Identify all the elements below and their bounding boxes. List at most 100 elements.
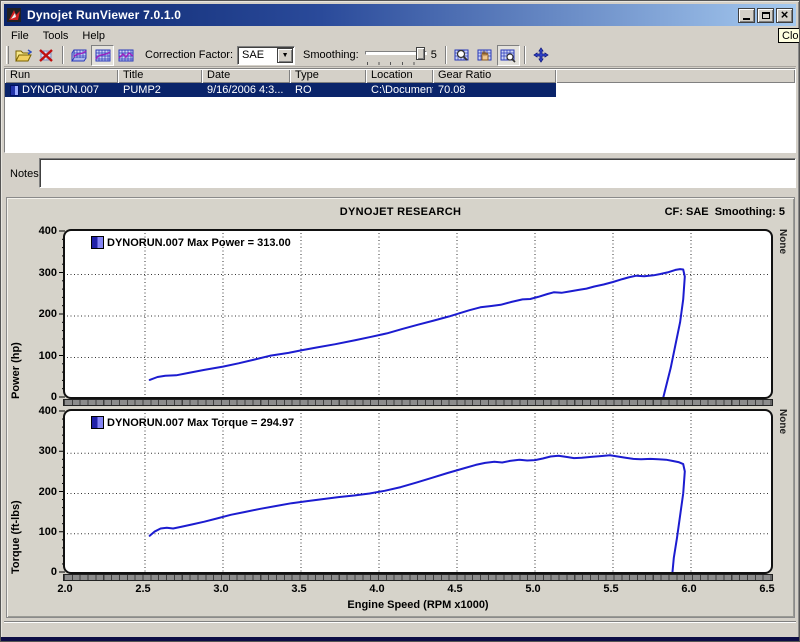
x-tick-label: 2.5 xyxy=(126,583,160,595)
cell-text: DYNORUN.007 xyxy=(22,83,99,97)
smoothing-value: 5 xyxy=(431,49,437,61)
cell-date: 9/16/2006 4:3... xyxy=(202,83,290,97)
slider-ticks xyxy=(367,62,425,65)
window-bottom-edge xyxy=(1,637,799,641)
column-header-gear-ratio[interactable]: Gear Ratio xyxy=(433,69,556,83)
secondary-y-axis-label-power: None xyxy=(777,229,788,399)
chevron-down-icon[interactable]: ▼ xyxy=(277,48,293,63)
zoom-reset-button[interactable] xyxy=(497,45,520,66)
graph-view-2-button[interactable] xyxy=(91,45,114,66)
chart-block-power: Power (hp)0100200300400DYNORUN.007 Max P… xyxy=(7,229,796,399)
cell-gear-ratio: 70.08 xyxy=(433,83,556,97)
cell-title: PUMP2 xyxy=(118,83,202,97)
y-axis-title-torque: Torque (ft-lbs) xyxy=(10,409,22,574)
legend-label: DYNORUN.007 Max Power = 313.00 xyxy=(107,237,291,249)
notes-input[interactable] xyxy=(39,158,796,188)
cell-text: 70.08 xyxy=(438,83,466,97)
y-tick-label: 400 xyxy=(23,225,57,237)
column-header-date[interactable]: Date xyxy=(202,69,290,83)
maximize-icon xyxy=(762,12,770,19)
y-tick-label: 400 xyxy=(23,405,57,417)
y-tick-label: 100 xyxy=(23,350,57,362)
x-axis-strip-torque xyxy=(63,574,773,581)
run-list: RunTitleDateTypeLocationGear Ratio DYNOR… xyxy=(4,68,796,153)
pan-button[interactable] xyxy=(474,45,497,66)
column-header-filler xyxy=(556,69,795,83)
cell-run: DYNORUN.007 xyxy=(5,83,118,97)
x-tick-label: 6.0 xyxy=(672,583,706,595)
x-tick-label: 4.0 xyxy=(360,583,394,595)
close-tooltip: Clo xyxy=(778,28,800,43)
open-run-button[interactable] xyxy=(12,45,35,66)
data-curve-torque xyxy=(150,455,685,574)
crosshair-icon xyxy=(532,47,550,63)
chart-block-torque: Torque (ft-lbs)0100200300400DYNORUN.007 … xyxy=(7,409,796,574)
toolbar: Correction Factor: SAE ▼ Smoothing: 5 xyxy=(4,44,796,67)
plot-area-torque[interactable]: DYNORUN.007 Max Torque = 294.97 xyxy=(63,409,773,574)
x-tick-label: 3.5 xyxy=(282,583,316,595)
x-tick-label: 2.0 xyxy=(48,583,82,595)
slider-thumb[interactable] xyxy=(416,47,425,60)
y-tick-label: 300 xyxy=(23,445,57,457)
toolbar-separator xyxy=(62,46,64,64)
cell-text: 9/16/2006 4:3... xyxy=(207,83,283,97)
column-header-location[interactable]: Location xyxy=(366,69,433,83)
column-header-title[interactable]: Title xyxy=(118,69,202,83)
graph-view-2-icon xyxy=(94,48,112,63)
zoom-in-icon xyxy=(453,48,471,63)
column-header-type[interactable]: Type xyxy=(290,69,366,83)
close-button[interactable]: × xyxy=(776,8,793,23)
x-tick-label: 5.0 xyxy=(516,583,550,595)
x-tick-label: 6.5 xyxy=(750,583,784,595)
y-tick-label: 0 xyxy=(23,391,57,403)
x-tick-label: 4.5 xyxy=(438,583,472,595)
open-folder-icon xyxy=(15,48,32,63)
app-window: Dynojet RunViewer 7.0.1.0 × FileToolsHel… xyxy=(0,0,800,642)
chart-correction-info: CF: SAE Smoothing: 5 xyxy=(665,206,785,218)
y-tick-label: 300 xyxy=(23,267,57,279)
delete-run-button[interactable] xyxy=(35,45,58,66)
plot-area-power[interactable]: DYNORUN.007 Max Power = 313.00 xyxy=(63,229,773,399)
graph-view-3-icon xyxy=(117,48,135,63)
window-title: Dynojet RunViewer 7.0.1.0 xyxy=(27,8,181,22)
zoom-in-button[interactable] xyxy=(451,45,474,66)
close-icon: × xyxy=(781,10,789,20)
smoothing-label: Smoothing: xyxy=(303,49,359,61)
y-tick-label: 200 xyxy=(23,308,57,320)
legend-label: DYNORUN.007 Max Torque = 294.97 xyxy=(107,417,294,429)
correction-factor-value: SAE xyxy=(238,49,276,61)
minimize-button[interactable] xyxy=(738,8,755,23)
graph-view-3-button[interactable] xyxy=(114,45,137,66)
y-tick-label: 100 xyxy=(23,526,57,538)
correction-factor-select[interactable]: SAE ▼ xyxy=(237,46,295,65)
legend-torque: DYNORUN.007 Max Torque = 294.97 xyxy=(91,416,294,429)
menu-item-tools[interactable]: Tools xyxy=(36,28,76,44)
crosshair-button[interactable] xyxy=(530,45,553,66)
y-axis-title-power: Power (hp) xyxy=(10,229,22,399)
legend-swatch xyxy=(91,416,104,429)
legend-power: DYNORUN.007 Max Power = 313.00 xyxy=(91,236,291,249)
zoom-reset-icon xyxy=(499,48,517,63)
column-header-run[interactable]: Run xyxy=(5,69,118,83)
graph-view-1-button[interactable] xyxy=(68,45,91,66)
maximize-button[interactable] xyxy=(757,8,774,23)
status-bar xyxy=(4,621,796,638)
menu-item-help[interactable]: Help xyxy=(75,28,112,44)
smoothing-slider[interactable] xyxy=(365,45,427,65)
run-list-header: RunTitleDateTypeLocationGear Ratio xyxy=(5,69,795,83)
correction-factor-label: Correction Factor: xyxy=(145,49,233,61)
y-tick-label: 200 xyxy=(23,486,57,498)
chart-panel: DYNOJET RESEARCH CF: SAE Smoothing: 5 Po… xyxy=(6,197,795,618)
title-bar: Dynojet RunViewer 7.0.1.0 × xyxy=(4,4,796,26)
secondary-y-axis-label-torque: None xyxy=(777,409,788,574)
menu-item-file[interactable]: File xyxy=(4,28,36,44)
cell-text: RO xyxy=(295,83,312,97)
data-curve-power xyxy=(150,269,685,399)
legend-swatch xyxy=(91,236,104,249)
cell-text: C:\Documents ... xyxy=(371,83,433,97)
app-icon xyxy=(7,7,23,23)
cell-location: C:\Documents ... xyxy=(366,83,433,97)
toolbar-grip[interactable] xyxy=(6,46,9,64)
table-row[interactable]: DYNORUN.007 PUMP2 9/16/2006 4:3... RO C:\Doc… xyxy=(5,83,795,97)
graph-view-1-icon xyxy=(71,48,89,63)
